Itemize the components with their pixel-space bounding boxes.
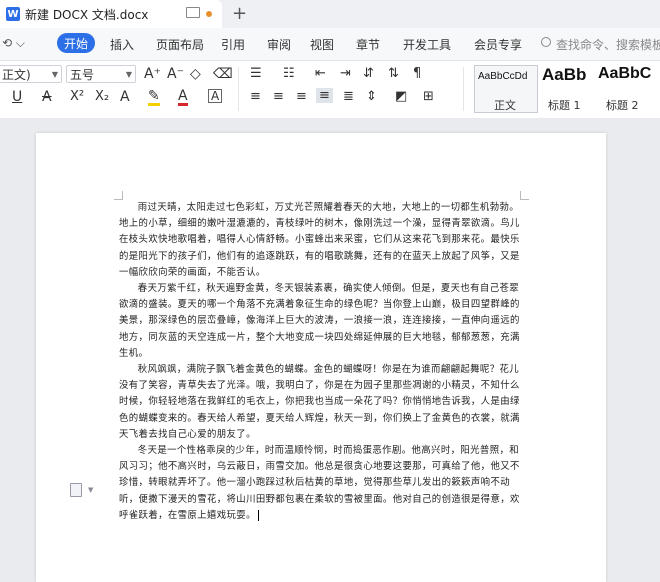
strikethrough-button[interactable]: A	[42, 89, 52, 105]
tab-title: 新建 DOCX 文档.docx	[25, 7, 149, 22]
font-name-combo[interactable]: 正文) ▼	[0, 65, 62, 83]
new-tab-button[interactable]: +	[232, 3, 247, 24]
undo-redo-icon[interactable]: ⟲ ⌵	[2, 36, 25, 51]
style-heading-1-preview: AaBb	[542, 65, 587, 84]
font-color-button[interactable]: A	[178, 89, 188, 106]
text-cursor	[257, 509, 259, 521]
paragraph: 秋风飒飒，满院子飘飞着金黄色的蝴蝶。金色的蝴蝶呀！你是在为谁而翩翩起舞呢？花儿没…	[119, 364, 520, 440]
tab-references[interactable]: 引用	[221, 36, 245, 53]
tab-review[interactable]: 审阅	[267, 36, 291, 53]
highlight-button[interactable]: ✎	[148, 89, 160, 106]
style-heading-2[interactable]: AaBbC 标题 2	[598, 65, 660, 113]
shrink-font-button[interactable]: A⁻	[167, 66, 184, 82]
style-heading-1-label: 标题 1	[548, 99, 581, 112]
style-heading-2-label: 标题 2	[606, 99, 639, 112]
menu-bar: ⟲ ⌵ 开始 插入 页面布局 引用 审阅 视图 章节 开发工具 会员专享 查找命…	[0, 28, 660, 61]
tab-page-layout[interactable]: 页面布局	[156, 36, 204, 53]
ribbon-toolbar: 正文) ▼ 五号 ▼ A⁺ A⁻ ◇ ⌫ U A X² X₂ A ✎ A A ☰ ☷…	[0, 61, 660, 119]
document-tab[interactable]: W 新建 DOCX 文档.docx	[0, 0, 222, 28]
shading-icon[interactable]: ◩	[395, 89, 407, 104]
font-size-combo[interactable]: 五号 ▼	[66, 65, 136, 83]
font-size-value: 五号	[70, 67, 95, 82]
justify-icon[interactable]: ≡	[316, 88, 333, 103]
distributed-icon[interactable]: ≣	[343, 89, 354, 104]
underline-button[interactable]: U	[12, 89, 22, 105]
tab-developer[interactable]: 开发工具	[403, 36, 451, 53]
border-icon[interactable]: ⊞	[423, 89, 434, 104]
paragraph-marker-icon[interactable]	[70, 483, 82, 497]
style-heading-2-preview: AaBbC	[598, 65, 652, 82]
align-right-icon[interactable]: ≡	[296, 89, 307, 104]
paragraph: 冬天是一个性格乖戾的少年，时而温顺怜悯，时而捣蛋恶作剧。他高兴时，阳光普照，和风…	[119, 443, 521, 524]
paragraph-text: 冬天是一个性格乖戾的少年，时而温顺怜悯，时而捣蛋恶作剧。他高兴时，阳光普照，和风…	[119, 445, 520, 521]
chinese-layout-icon[interactable]: ⇵	[363, 66, 374, 81]
search-input[interactable]: 查找命令、搜索模板	[556, 36, 660, 53]
style-normal-preview: AaBbCcDd	[478, 71, 528, 82]
unsaved-dot-icon	[206, 11, 212, 17]
superscript-button[interactable]: X²	[70, 89, 84, 104]
grow-font-button[interactable]: A⁺	[144, 66, 161, 82]
chevron-down-icon: ▼	[125, 70, 132, 79]
char-border-button[interactable]: A	[208, 89, 223, 103]
decrease-indent-icon[interactable]: ⇤	[315, 66, 326, 81]
style-normal[interactable]: AaBbCcDd 正文	[478, 65, 538, 113]
tab-view[interactable]: 视图	[310, 36, 334, 53]
margin-corner	[520, 191, 529, 200]
tab-member[interactable]: 会员专享	[474, 36, 522, 53]
number-list-icon[interactable]: ☷	[283, 66, 295, 81]
chevron-down-icon: ▼	[51, 70, 58, 79]
style-heading-1[interactable]: AaBb 标题 1	[542, 65, 596, 113]
increase-indent-icon[interactable]: ⇥	[340, 66, 351, 81]
show-marks-icon[interactable]: ¶	[413, 66, 421, 81]
align-left-icon[interactable]: ≡	[250, 89, 261, 104]
divider	[238, 67, 239, 111]
paragraph: 雨过天晴，太阳走过七色彩虹，万丈光芒照耀着春天的大地，大地上的一切都生机勃勃。地…	[119, 202, 520, 278]
document-body[interactable]: 雨过天晴，太阳走过七色彩虹，万丈光芒照耀着春天的大地，大地上的一切都生机勃勃。地…	[119, 200, 521, 524]
title-bar: W 新建 DOCX 文档.docx +	[0, 0, 660, 28]
writer-doc-icon: W	[6, 7, 20, 21]
clear-format-button[interactable]: ◇	[190, 66, 201, 82]
subscript-button[interactable]: X₂	[95, 89, 109, 104]
divider	[463, 67, 464, 111]
chevron-down-icon[interactable]: ▼	[88, 486, 93, 494]
line-spacing-icon[interactable]: ⇕	[366, 89, 377, 104]
align-center-icon[interactable]: ≡	[273, 89, 284, 104]
sort-icon[interactable]: ⇅	[388, 66, 399, 81]
text-effect-button[interactable]: A	[120, 89, 130, 105]
monitor-icon[interactable]	[186, 7, 200, 18]
margin-corner	[114, 191, 123, 200]
bullet-list-icon[interactable]: ☰	[250, 66, 262, 81]
eraser-icon[interactable]: ⌫	[213, 66, 233, 82]
paragraph: 春天万紫千红，秋天遍野金黄，冬天银装素裹，确实使人倾倒。但是，夏天也有自己苍翠欲…	[119, 283, 520, 359]
search-icon	[541, 37, 551, 47]
tab-start[interactable]: 开始	[57, 33, 95, 53]
tab-insert[interactable]: 插入	[110, 36, 134, 53]
font-name-value: 正文)	[2, 67, 31, 82]
style-normal-label: 正文	[494, 99, 516, 112]
tab-section[interactable]: 章节	[356, 36, 380, 53]
